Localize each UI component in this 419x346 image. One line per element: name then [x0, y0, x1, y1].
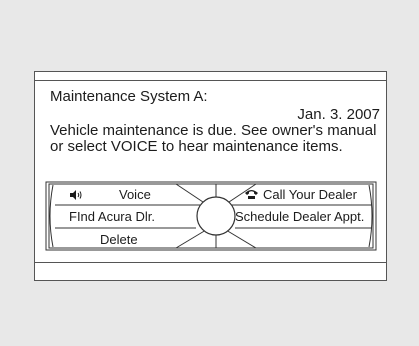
menu-frame [45, 181, 377, 251]
navigation-screen: Maintenance System A: Jan. 3. 2007 Vehic… [34, 71, 387, 281]
interface-dial-icon[interactable] [196, 196, 236, 236]
page: Maintenance System A: Jan. 3. 2007 Vehic… [0, 0, 419, 346]
bottom-divider [35, 262, 386, 263]
voice-menu-item[interactable]: Voice [119, 188, 151, 202]
find-acura-dealer-menu-item[interactable]: FInd Acura Dlr. [69, 210, 155, 224]
call-your-dealer-menu-item[interactable]: Call Your Dealer [263, 188, 357, 202]
schedule-dealer-appt-menu-item[interactable]: Schedule Dealer Appt. [235, 210, 364, 224]
delete-menu-item[interactable]: Delete [100, 233, 138, 247]
